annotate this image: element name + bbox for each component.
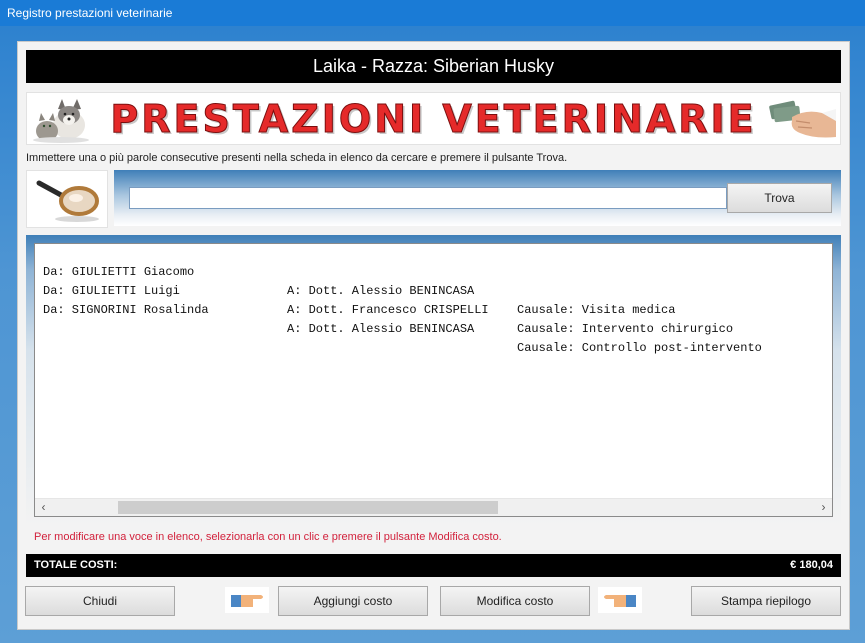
pointing-hand-icon <box>225 587 269 613</box>
list-item-causale: Causale: Visita medica <box>517 303 676 317</box>
list-item-da: Da: SIGNORINI Rosalinda <box>43 303 209 317</box>
scroll-left-icon[interactable]: ‹ <box>35 499 52 516</box>
totale-value: € 180,04 <box>790 559 833 571</box>
records-list[interactable]: Da: GIULIETTI Giacomo A: Dott. Alessio B… <box>34 243 833 517</box>
banner: PRESTAZIONI VETERINARIE <box>26 92 841 145</box>
horizontal-scrollbar[interactable]: ‹ › <box>35 498 832 516</box>
search-input[interactable] <box>129 187 727 209</box>
main-panel: Laika - Razza: Siberian Husky PRESTAZION… <box>17 41 850 630</box>
list-item-causale: Causale: Intervento chirurgico <box>517 322 734 336</box>
window-title: Registro prestazioni veterinarie <box>7 6 173 20</box>
list-item-a: A: Dott. Alessio BENINCASA <box>287 322 475 336</box>
totale-bar: TOTALE COSTI: € 180,04 <box>26 554 841 577</box>
aggiungi-costo-button[interactable]: Aggiungi costo <box>278 586 428 616</box>
page-title: Laika - Razza: Siberian Husky <box>26 50 841 83</box>
list-item-a: A: Dott. Alessio BENINCASA <box>287 284 475 298</box>
pointing-hand-icon <box>598 587 642 613</box>
totale-label: TOTALE COSTI: <box>34 559 118 571</box>
scrollbar-thumb[interactable] <box>118 501 498 514</box>
magnifier-icon <box>36 180 99 222</box>
hand-money-image <box>769 100 836 138</box>
list-item[interactable]: Da: GIULIETTI Giacomo A: Dott. Alessio B… <box>35 244 675 317</box>
banner-title: PRESTAZIONI VETERINARIE <box>110 97 757 142</box>
list-item[interactable]: Da: SIGNORINI Rosalinda A: Dott. Alessio… <box>35 282 762 355</box>
window-titlebar: Registro prestazioni veterinarie <box>0 0 865 26</box>
window-frame: Laika - Razza: Siberian Husky PRESTAZION… <box>0 26 865 643</box>
list-area: Da: GIULIETTI Giacomo A: Dott. Alessio B… <box>26 235 841 525</box>
list-item-a: A: Dott. Francesco CRISPELLI <box>287 303 489 317</box>
list-item-causale: Causale: Controllo post-intervento <box>517 341 762 355</box>
stampa-riepilogo-button[interactable]: Stampa riepilogo <box>691 586 841 616</box>
chiudi-button[interactable]: Chiudi <box>25 586 175 616</box>
trova-button[interactable]: Trova <box>727 183 832 213</box>
list-item[interactable]: Da: GIULIETTI Luigi A: Dott. Francesco C… <box>35 263 733 336</box>
scroll-right-icon[interactable]: › <box>815 499 832 516</box>
lens-box <box>26 170 108 228</box>
search-instruction: Immettere una o più parole consecutive p… <box>26 152 568 164</box>
modifica-costo-button[interactable]: Modifica costo <box>440 586 590 616</box>
search-area: Trova <box>114 170 841 226</box>
edit-hint: Per modificare una voce in elenco, selez… <box>34 531 502 543</box>
